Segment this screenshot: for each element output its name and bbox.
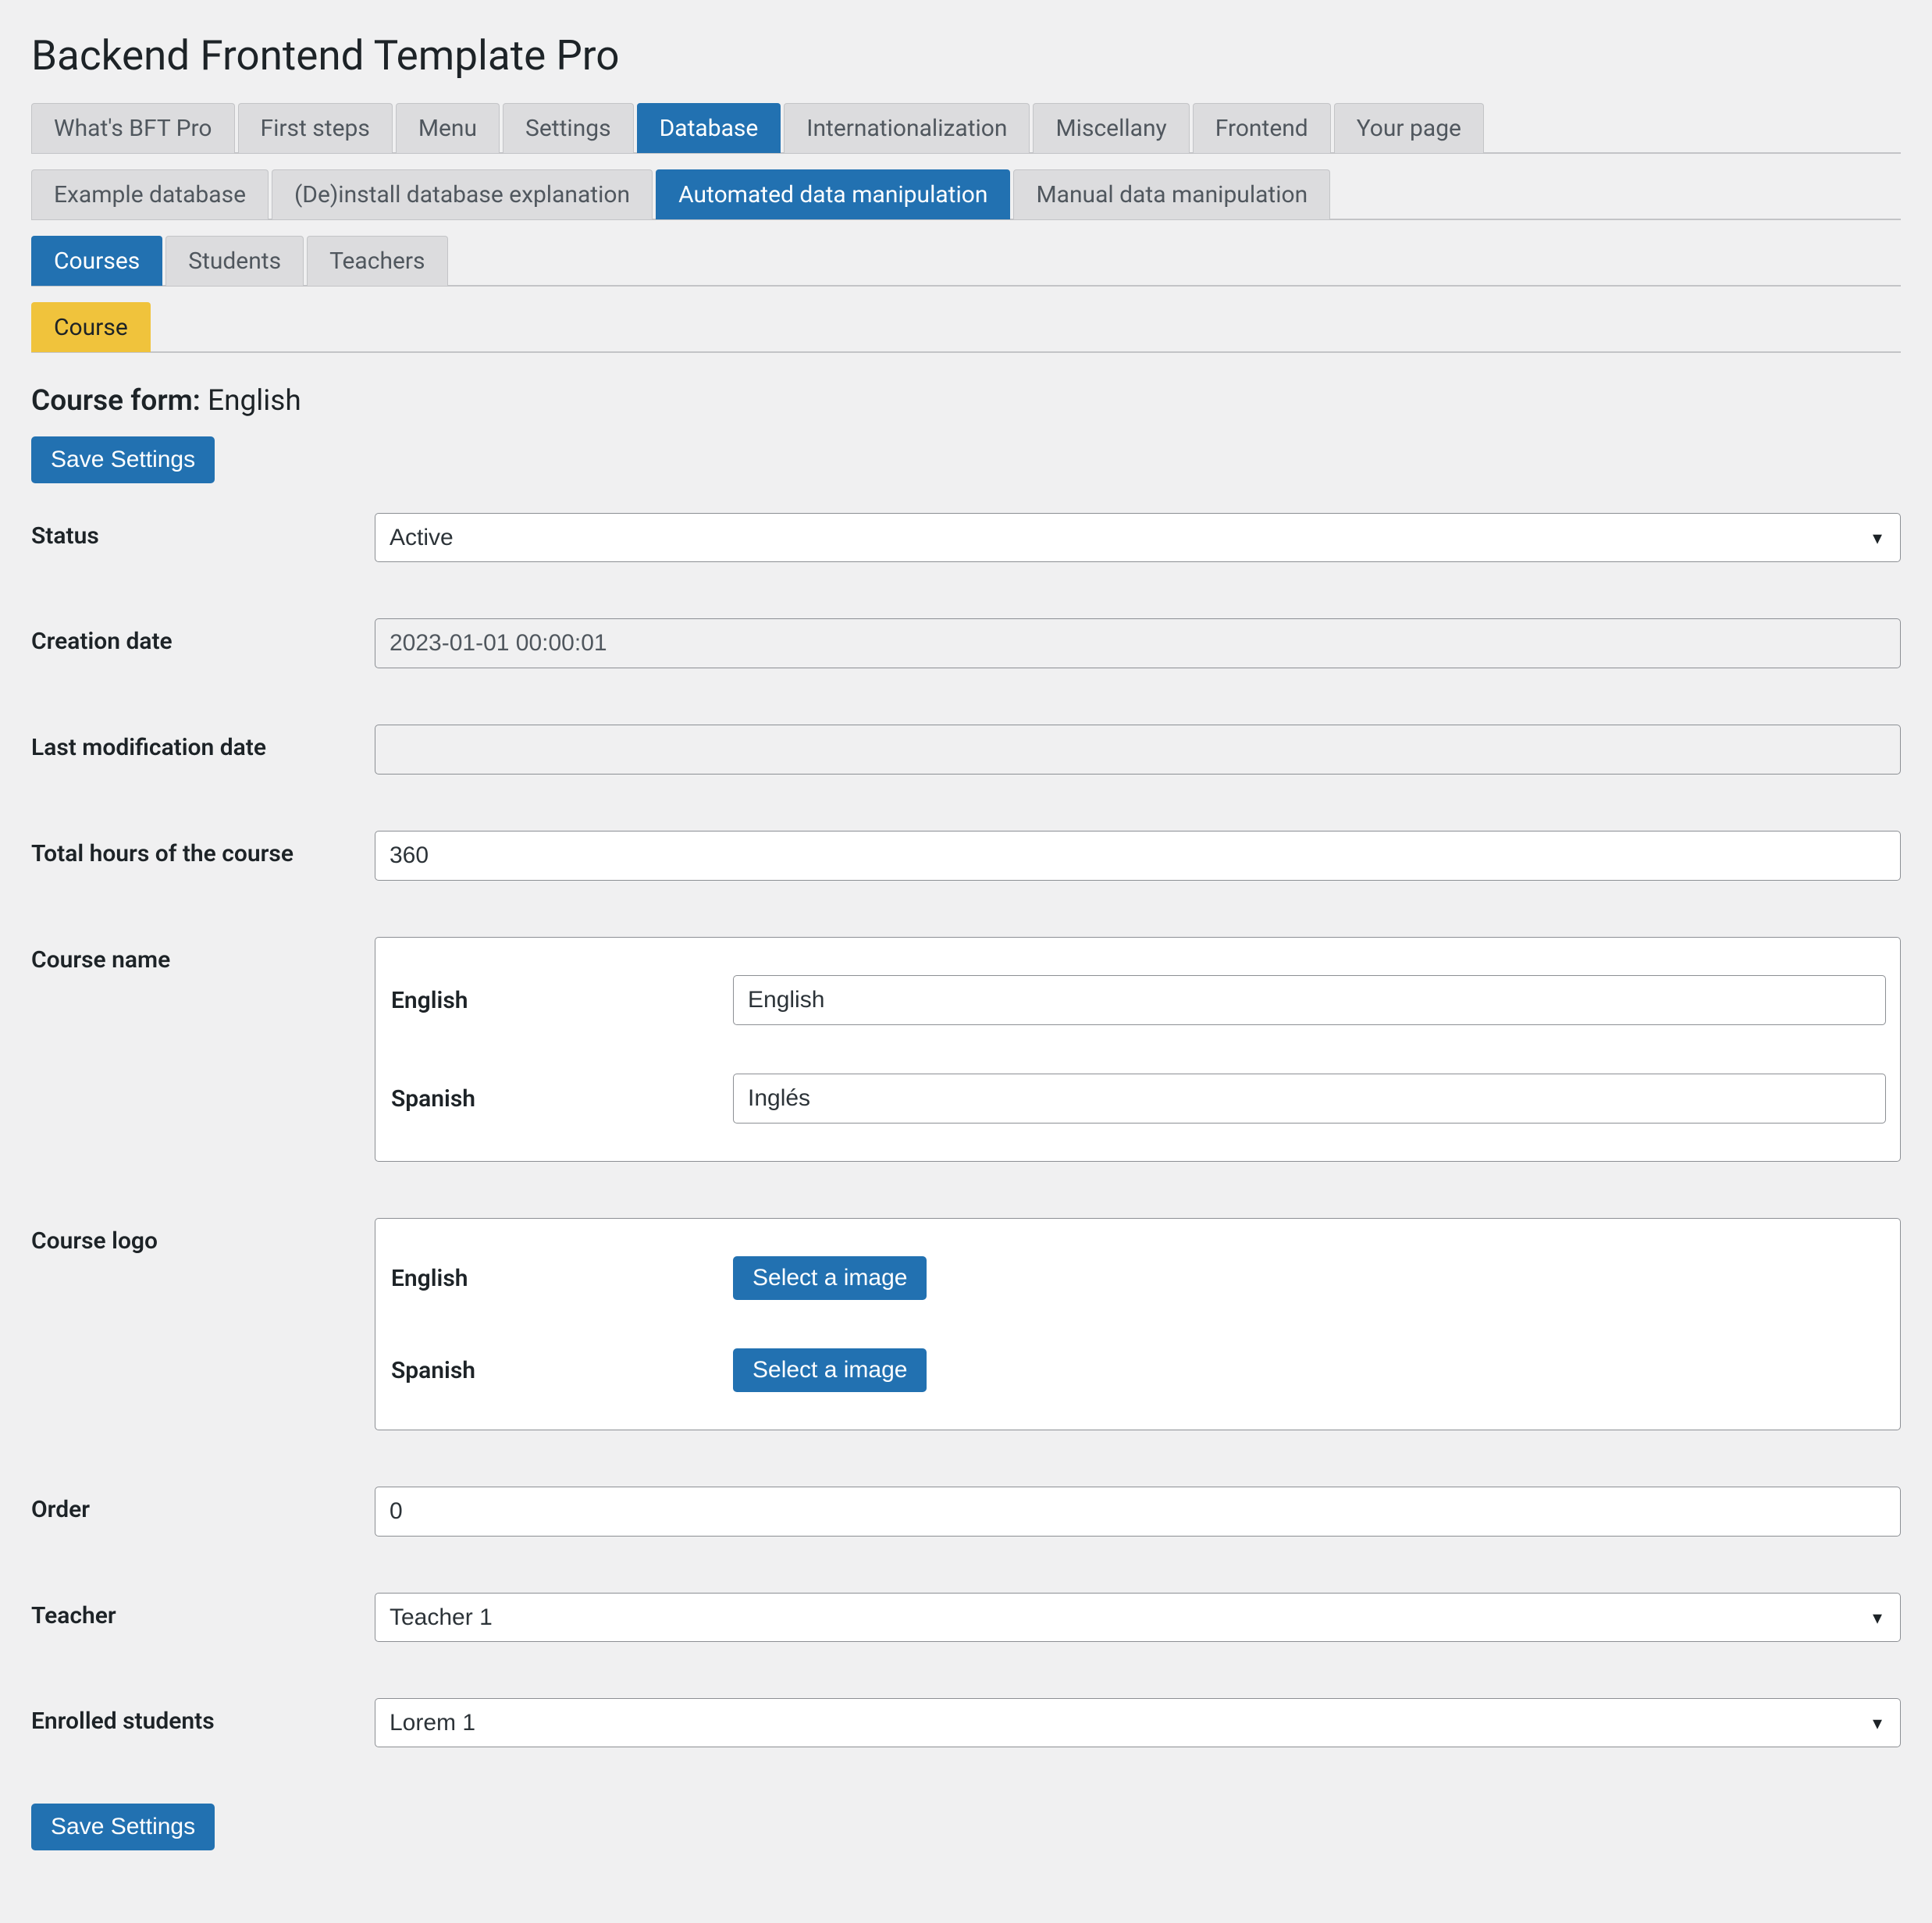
- course-name-spanish-input[interactable]: [733, 1074, 1886, 1124]
- tab-courses[interactable]: Courses: [31, 236, 162, 286]
- course-name-box: English Spanish: [375, 937, 1901, 1162]
- order-input[interactable]: [375, 1487, 1901, 1537]
- order-label: Order: [31, 1487, 375, 1523]
- tab-menu[interactable]: Menu: [396, 103, 500, 153]
- tab-miscellany[interactable]: Miscellany: [1033, 103, 1189, 153]
- course-name-spanish-label: Spanish: [390, 1085, 733, 1113]
- tab-teachers[interactable]: Teachers: [307, 236, 447, 286]
- select-image-english-button[interactable]: Select a image: [733, 1256, 927, 1300]
- course-name-row: Course name English Spanish: [31, 937, 1901, 1162]
- enrolled-row: Enrolled students Lorem 1 ▾: [31, 1698, 1901, 1747]
- tab-students[interactable]: Students: [165, 236, 304, 286]
- page-title: Backend Frontend Template Pro: [31, 31, 1901, 80]
- select-image-spanish-button[interactable]: Select a image: [733, 1348, 927, 1392]
- save-button-bottom[interactable]: Save Settings: [31, 1804, 215, 1850]
- total-hours-input[interactable]: [375, 831, 1901, 881]
- tab-deinstall-database-explanation[interactable]: (De)install database explanation: [272, 169, 653, 219]
- teacher-label: Teacher: [31, 1593, 375, 1629]
- teacher-select[interactable]: Teacher 1: [375, 1593, 1901, 1642]
- section-heading-label: Course form:: [31, 384, 201, 418]
- course-name-english-input[interactable]: [733, 975, 1886, 1025]
- sub-tab-row: Example database (De)install database ex…: [31, 169, 1901, 220]
- top-tab-row: What's BFT Pro First steps Menu Settings…: [31, 103, 1901, 154]
- status-label: Status: [31, 513, 375, 550]
- section-heading-value: English: [208, 384, 301, 418]
- course-logo-spanish-label: Spanish: [390, 1357, 733, 1384]
- enrolled-label: Enrolled students: [31, 1698, 375, 1735]
- course-logo-row: Course logo English Select a image Spani…: [31, 1218, 1901, 1430]
- tab-frontend[interactable]: Frontend: [1193, 103, 1331, 153]
- last-mod-label: Last modification date: [31, 725, 375, 761]
- tab-automated-data-manipulation[interactable]: Automated data manipulation: [656, 169, 1010, 219]
- tab-your-page[interactable]: Your page: [1334, 103, 1484, 153]
- last-mod-row: Last modification date: [31, 725, 1901, 775]
- course-logo-box: English Select a image Spanish Select a …: [375, 1218, 1901, 1430]
- status-row: Status Active ▾: [31, 513, 1901, 562]
- section-heading: Course form: English: [31, 384, 1901, 418]
- last-mod-input: [375, 725, 1901, 775]
- status-select[interactable]: Active: [375, 513, 1901, 562]
- tab-whats-bft-pro[interactable]: What's BFT Pro: [31, 103, 235, 153]
- tab-internationalization[interactable]: Internationalization: [784, 103, 1030, 153]
- course-logo-label: Course logo: [31, 1218, 375, 1255]
- tab-database[interactable]: Database: [637, 103, 781, 153]
- tab-example-database[interactable]: Example database: [31, 169, 269, 219]
- course-logo-english-label: English: [390, 1265, 733, 1292]
- total-hours-label: Total hours of the course: [31, 831, 375, 867]
- tab-first-steps[interactable]: First steps: [238, 103, 393, 153]
- total-hours-row: Total hours of the course: [31, 831, 1901, 881]
- course-name-label: Course name: [31, 937, 375, 974]
- creation-date-row: Creation date: [31, 618, 1901, 668]
- tab-settings[interactable]: Settings: [503, 103, 634, 153]
- creation-date-label: Creation date: [31, 618, 375, 655]
- order-row: Order: [31, 1487, 1901, 1537]
- sub-tab-3-row: Course: [31, 302, 1901, 353]
- tab-course[interactable]: Course: [31, 302, 151, 352]
- creation-date-input: [375, 618, 1901, 668]
- save-button-top[interactable]: Save Settings: [31, 436, 215, 483]
- tab-manual-data-manipulation[interactable]: Manual data manipulation: [1013, 169, 1330, 219]
- teacher-row: Teacher Teacher 1 ▾: [31, 1593, 1901, 1642]
- sub-tab-2-row: Courses Students Teachers: [31, 236, 1901, 287]
- course-name-english-label: English: [390, 987, 733, 1014]
- enrolled-select[interactable]: Lorem 1: [375, 1698, 1901, 1747]
